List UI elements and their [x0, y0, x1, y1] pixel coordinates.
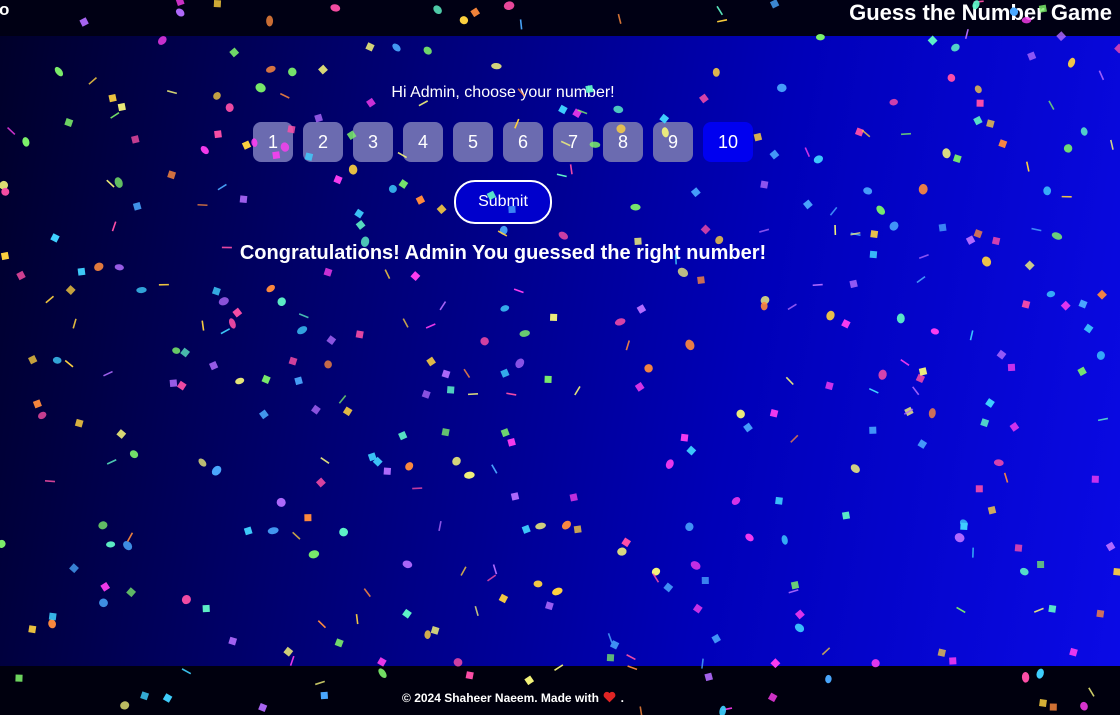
page-title: Guess the Number Game	[849, 0, 1112, 25]
submit-button[interactable]: Submit	[454, 180, 552, 224]
game-area: Hi Admin, choose your number! 1 2 3 4 5 …	[0, 36, 1120, 666]
footer: © 2024 Shaheer Naeem. Made with .	[0, 666, 1120, 715]
number-button-6[interactable]: 6	[503, 122, 543, 162]
number-button-3[interactable]: 3	[353, 122, 393, 162]
number-button-2[interactable]: 2	[303, 122, 343, 162]
header-edge-text: o	[0, 0, 10, 19]
heart-icon	[603, 691, 616, 706]
number-button-8[interactable]: 8	[603, 122, 643, 162]
number-button-4[interactable]: 4	[403, 122, 443, 162]
footer-text-end: .	[620, 691, 624, 705]
number-button-10[interactable]: 10	[703, 122, 753, 162]
result-message: Congratulations! Admin You guessed the r…	[239, 242, 767, 264]
number-button-1[interactable]: 1	[253, 122, 293, 162]
footer-text: © 2024 Shaheer Naeem. Made with	[402, 691, 599, 705]
number-button-7[interactable]: 7	[553, 122, 593, 162]
number-button-5[interactable]: 5	[453, 122, 493, 162]
app-header: o Guess the Number Game	[0, 0, 1120, 36]
greeting-text: Hi Admin, choose your number!	[391, 84, 615, 101]
number-button-9[interactable]: 9	[653, 122, 693, 162]
footer-copyright: © 2024 Shaheer Naeem. Made with .	[0, 691, 1026, 706]
